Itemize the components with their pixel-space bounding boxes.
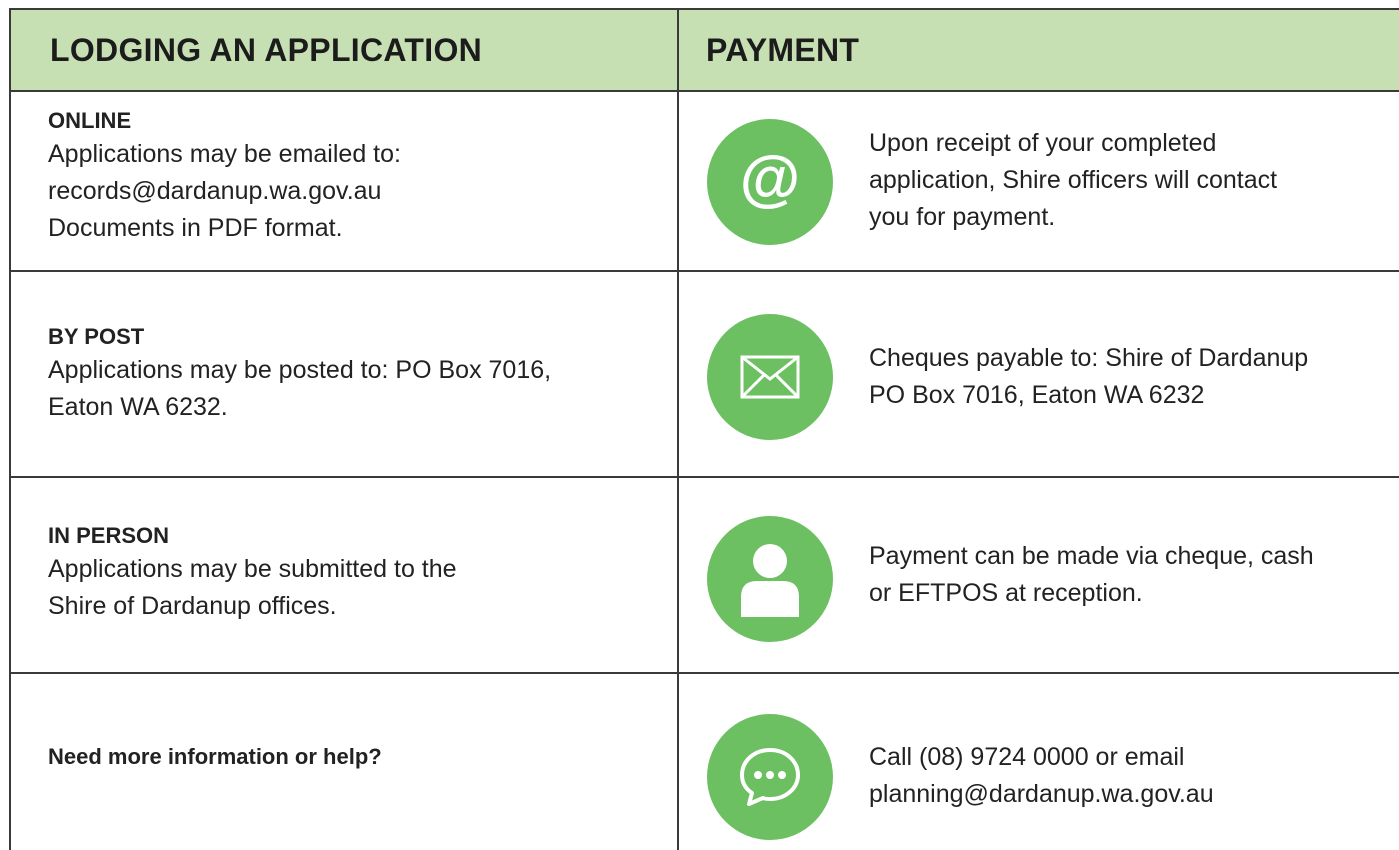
- person-payment-line-2: or EFTPOS at reception.: [869, 579, 1143, 607]
- header-lodging-title: LODGING AN APPLICATION: [50, 32, 483, 68]
- lodging-cell-in-person: IN PERSON Applications may be submitted …: [9, 478, 679, 672]
- payment-cell-by-post: Cheques payable to: Shire of Dardanup PO…: [679, 272, 1399, 476]
- help-payment-text: Call (08) 9724 0000 or email planning@da…: [869, 739, 1214, 813]
- person-title: IN PERSON: [48, 523, 170, 548]
- header-cell-lodging: LODGING AN APPLICATION: [9, 10, 679, 90]
- svg-text:@: @: [740, 147, 800, 213]
- person-text-block: IN PERSON Applications may be submitted …: [48, 521, 457, 625]
- table-row-help: Need more information or help? Call (08)…: [9, 672, 1399, 850]
- person-icon: [707, 516, 833, 642]
- online-payment-line-3: you for payment.: [869, 203, 1056, 231]
- post-payment-line-2: PO Box 7016, Eaton WA 6232: [869, 381, 1205, 409]
- info-table: LODGING AN APPLICATION PAYMENT ONLINE Ap…: [9, 8, 1399, 850]
- online-payment-line-1: Upon receipt of your completed: [869, 129, 1217, 157]
- help-email-link[interactable]: planning@dardanup.wa.gov.au: [869, 776, 1214, 813]
- header-cell-payment: PAYMENT: [679, 10, 1399, 90]
- table-header: LODGING AN APPLICATION PAYMENT: [9, 8, 1399, 90]
- table-row-by-post: BY POST Applications may be posted to: P…: [9, 270, 1399, 476]
- help-title: Need more information or help?: [48, 744, 382, 769]
- at-icon: @: [707, 119, 833, 245]
- person-line-1: Applications may be submitted to the: [48, 555, 457, 583]
- online-text-block: ONLINE Applications may be emailed to: r…: [48, 106, 401, 247]
- post-text-block: BY POST Applications may be posted to: P…: [48, 322, 551, 426]
- header-payment-title: PAYMENT: [706, 32, 860, 68]
- post-line-2: Eaton WA 6232.: [48, 393, 228, 421]
- online-payment-text: Upon receipt of your completed applicati…: [869, 125, 1277, 236]
- person-payment-text: Payment can be made via cheque, cash or …: [869, 538, 1314, 612]
- payment-cell-in-person: Payment can be made via cheque, cash or …: [679, 478, 1399, 672]
- online-line-3: Documents in PDF format.: [48, 214, 343, 242]
- post-title: BY POST: [48, 324, 145, 349]
- help-phone-line[interactable]: Call (08) 9724 0000 or email: [869, 739, 1214, 776]
- table-row-in-person: IN PERSON Applications may be submitted …: [9, 476, 1399, 672]
- table-row-online: ONLINE Applications may be emailed to: r…: [9, 90, 1399, 270]
- help-text-block: Need more information or help?: [48, 742, 382, 772]
- payment-cell-help: Call (08) 9724 0000 or email planning@da…: [679, 674, 1399, 850]
- post-payment-line-1: Cheques payable to: Shire of Dardanup: [869, 344, 1309, 372]
- person-line-2: Shire of Dardanup offices.: [48, 592, 337, 620]
- chat-icon: [707, 714, 833, 840]
- online-title: ONLINE: [48, 108, 132, 133]
- payment-cell-online: @ Upon receipt of your completed applica…: [679, 92, 1399, 270]
- lodging-cell-help: Need more information or help?: [9, 674, 679, 850]
- lodging-cell-by-post: BY POST Applications may be posted to: P…: [9, 272, 679, 476]
- person-payment-line-1: Payment can be made via cheque, cash: [869, 542, 1314, 570]
- online-payment-line-2: application, Shire officers will contact: [869, 166, 1278, 194]
- envelope-icon: [707, 314, 833, 440]
- online-line-1: Applications may be emailed to:: [48, 140, 401, 168]
- online-email-link[interactable]: records@dardanup.wa.gov.au: [48, 173, 401, 210]
- lodging-cell-online: ONLINE Applications may be emailed to: r…: [9, 92, 679, 270]
- post-line-1: Applications may be posted to: PO Box 70…: [48, 356, 552, 384]
- post-payment-text: Cheques payable to: Shire of Dardanup PO…: [869, 340, 1308, 414]
